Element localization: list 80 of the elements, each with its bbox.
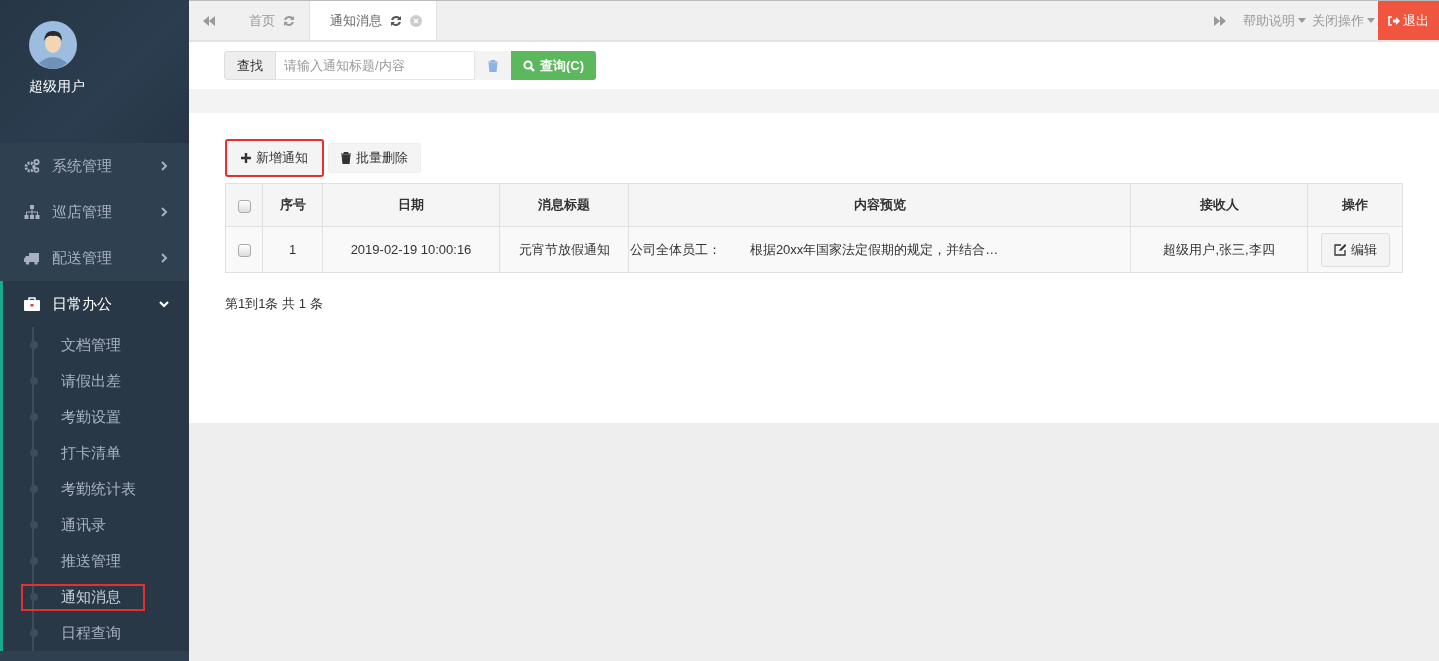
close-icon[interactable] xyxy=(410,14,422,27)
bullet-dot xyxy=(30,557,38,565)
gears-icon xyxy=(24,158,40,174)
bullet-dot xyxy=(30,377,38,385)
column-header: 序号 xyxy=(262,183,323,227)
submenu-label: 日程查询 xyxy=(61,622,121,643)
menu-item[interactable]: 配送管理 xyxy=(0,235,189,281)
briefcase-icon xyxy=(24,297,40,311)
chevron-down-icon xyxy=(159,299,169,309)
menu-item[interactable]: 巡店管理 xyxy=(0,189,189,235)
refresh-icon[interactable] xyxy=(390,14,402,27)
scroll-right-icon[interactable] xyxy=(1214,15,1226,26)
user-name: 超级用户 xyxy=(29,78,85,96)
bullet-dot xyxy=(30,341,38,349)
menu-label: 配送管理 xyxy=(52,248,113,268)
table-cell: 2019-02-19 10:00:16 xyxy=(322,226,500,273)
trash-icon xyxy=(341,152,351,164)
submenu-item[interactable]: 推送管理 xyxy=(3,543,189,579)
submenu-item[interactable]: 日程查询 xyxy=(3,615,189,651)
menu-item[interactable]: 日常办公 xyxy=(0,281,189,327)
page-tab[interactable]: 通知消息 xyxy=(310,1,437,40)
submenu-item[interactable]: 通知消息 xyxy=(3,579,189,615)
table-cell: 1 xyxy=(262,226,323,273)
logout-button[interactable]: 退出 xyxy=(1378,1,1439,40)
submenu-item[interactable]: 打卡清单 xyxy=(3,435,189,471)
column-header: 内容预览 xyxy=(628,183,1131,227)
truck-icon xyxy=(24,251,40,265)
table-cell: 元宵节放假通知 xyxy=(499,226,629,273)
bullet-dot xyxy=(30,593,38,601)
column-header: 日期 xyxy=(322,183,500,227)
bullet-dot xyxy=(30,629,38,637)
submenu-item[interactable]: 文档管理 xyxy=(3,327,189,363)
caret-icon xyxy=(1367,18,1375,23)
sitemap-icon xyxy=(24,204,40,220)
tab-label: 通知消息 xyxy=(330,11,382,30)
chevron-right-icon xyxy=(159,161,169,171)
column-header: 消息标题 xyxy=(499,183,629,227)
submenu-item[interactable]: 请假出差 xyxy=(3,363,189,399)
table-cell: 超级用户,张三,李四 xyxy=(1130,226,1308,273)
checkbox[interactable] xyxy=(237,199,251,213)
search-label: 查找 xyxy=(224,51,276,80)
delete-button[interactable]: 批量删除 xyxy=(328,143,421,173)
table-cell: 公司全体员工： 根据20xx年国家法定假期的规定，并结合… xyxy=(628,226,1131,273)
edit-icon xyxy=(1333,243,1346,256)
submenu-label: 文档管理 xyxy=(61,334,121,355)
checkbox[interactable] xyxy=(237,244,251,258)
submenu-item[interactable]: 考勤设置 xyxy=(3,399,189,435)
bullet-dot xyxy=(30,485,38,493)
add-button[interactable]: 新增通知 xyxy=(225,139,324,177)
avatar-icon xyxy=(29,21,77,69)
plus-icon xyxy=(241,153,251,163)
submenu-label: 推送管理 xyxy=(61,550,121,571)
trash-icon[interactable] xyxy=(488,59,498,72)
submenu-item[interactable]: 通讯录 xyxy=(3,507,189,543)
submenu-item[interactable]: 考勤统计表 xyxy=(3,471,189,507)
search-field[interactable]: 请输入通知标题/内容 xyxy=(276,51,475,80)
submenu-label: 打卡清单 xyxy=(61,442,121,463)
scroll-left-icon[interactable] xyxy=(203,15,215,26)
caret-icon xyxy=(1298,18,1306,23)
submenu-label: 考勤设置 xyxy=(61,406,121,427)
chevron-right-icon xyxy=(159,207,169,217)
column-header: 接收人 xyxy=(1130,183,1308,227)
tab-label: 首页 xyxy=(249,11,275,30)
chevron-right-icon xyxy=(159,253,169,263)
submenu-label: 考勤统计表 xyxy=(61,478,136,499)
bullet-dot xyxy=(30,449,38,457)
sign-out-icon xyxy=(1388,15,1400,26)
submenu-label: 通知消息 xyxy=(21,583,145,611)
pagination-info: 第1到1条 共 1 条 xyxy=(225,295,323,313)
bullet-dot xyxy=(30,413,38,421)
column-header: 操作 xyxy=(1307,183,1403,227)
bullet-dot xyxy=(30,521,38,529)
edit-button[interactable]: 编辑 xyxy=(1320,232,1390,267)
menu-item[interactable]: 系统管理 xyxy=(0,143,189,189)
submenu-label: 通讯录 xyxy=(61,514,106,535)
menu-label: 巡店管理 xyxy=(52,202,113,222)
submenu-label: 请假出差 xyxy=(61,370,121,391)
search-icon xyxy=(523,59,535,72)
menu-label: 系统管理 xyxy=(52,156,113,176)
menu-label: 日常办公 xyxy=(52,294,113,314)
